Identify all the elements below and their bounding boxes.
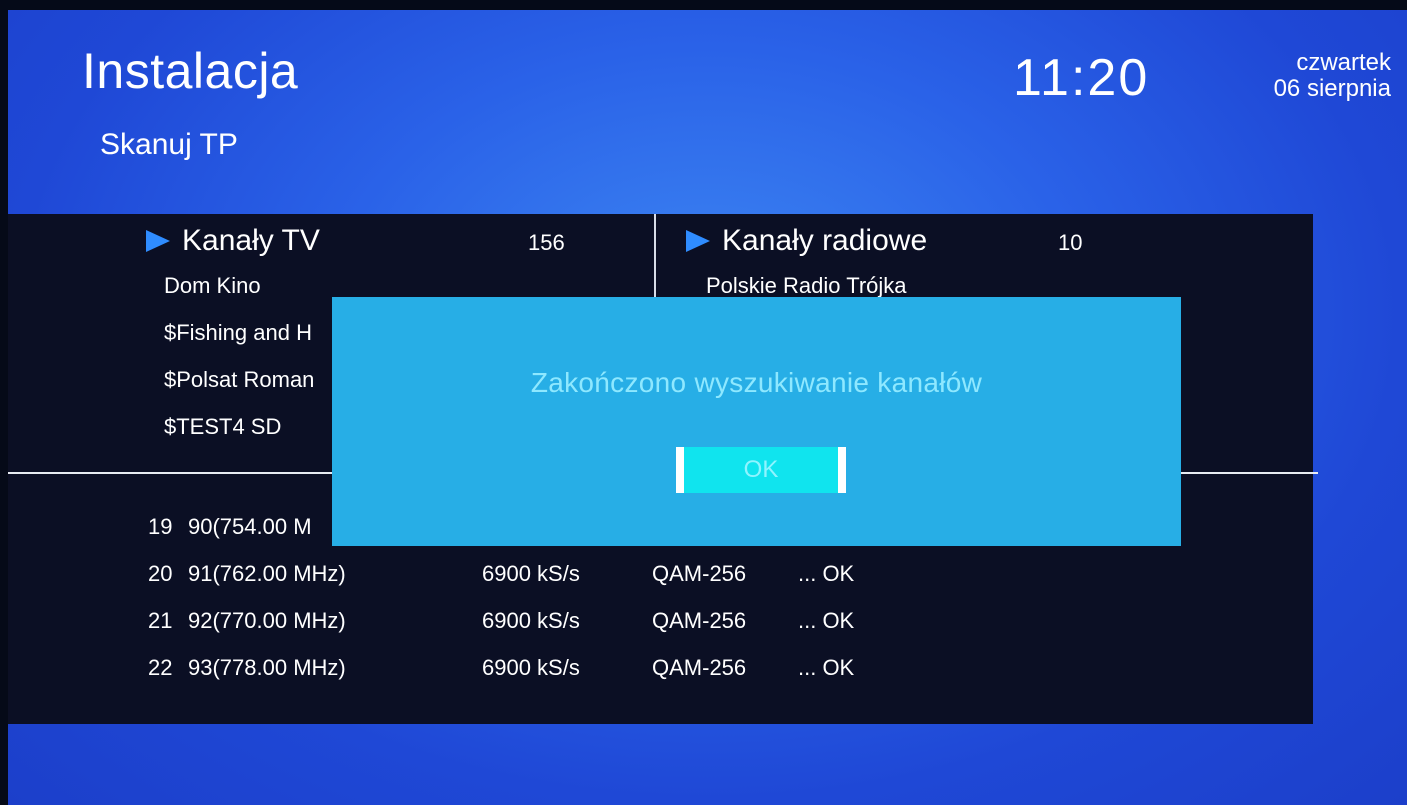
- tv-channels-count: 156: [528, 230, 565, 255]
- row-modulation: QAM-256: [652, 655, 747, 680]
- row-number: 19: [148, 514, 173, 539]
- radio-channels-header: Kanały radiowe 10: [686, 222, 1186, 262]
- row-number: 22: [148, 655, 173, 680]
- row-modulation: QAM-256: [652, 561, 747, 586]
- play-arrow-icon: [146, 230, 170, 252]
- row-symbol-rate: 6900 kS/s: [482, 608, 580, 633]
- row-symbol-rate: 6900 kS/s: [482, 561, 580, 586]
- play-arrow-icon: [686, 230, 710, 252]
- row-frequency: 92(770.00 MHz): [188, 608, 346, 633]
- radio-channels-count: 10: [1058, 230, 1083, 255]
- tv-channels-header: Kanały TV 156: [146, 222, 596, 262]
- page-title: Instalacja: [82, 43, 299, 99]
- weekday: czwartek: [1296, 49, 1391, 76]
- dialog-message: Zakończono wyszukiwanie kanałów: [530, 367, 983, 398]
- row-number: 20: [148, 561, 173, 586]
- row-number: 21: [148, 608, 173, 633]
- row-status: ... OK: [798, 608, 855, 633]
- row-status: ... OK: [798, 655, 855, 680]
- date: 06 sierpnia: [1273, 75, 1391, 102]
- row-frequency: 90(754.00 M: [188, 514, 312, 539]
- row-modulation: QAM-256: [652, 608, 747, 633]
- row-frequency: 93(778.00 MHz): [188, 655, 346, 680]
- radio-channels-column: Kanały radiowe 10 Polskie Radio Trójka: [686, 222, 1186, 309]
- date-display: czwartek 06 sierpnia: [1216, 50, 1391, 102]
- row-status: ... OK: [798, 561, 855, 586]
- radio-channels-label: Kanały radiowe: [722, 224, 928, 257]
- scan-complete-dialog: Zakończono wyszukiwanie kanałów OK: [332, 297, 1181, 546]
- page-subtitle: Skanuj TP: [100, 128, 238, 161]
- tv-screen: Instalacja Skanuj TP 11:20 czwartek 06 s…: [8, 10, 1407, 805]
- ok-button[interactable]: OK: [676, 447, 846, 493]
- clock: 11:20: [1013, 49, 1150, 107]
- row-symbol-rate: 6900 kS/s: [482, 655, 580, 680]
- row-frequency: 91(762.00 MHz): [188, 561, 346, 586]
- tv-channels-label: Kanały TV: [182, 224, 320, 257]
